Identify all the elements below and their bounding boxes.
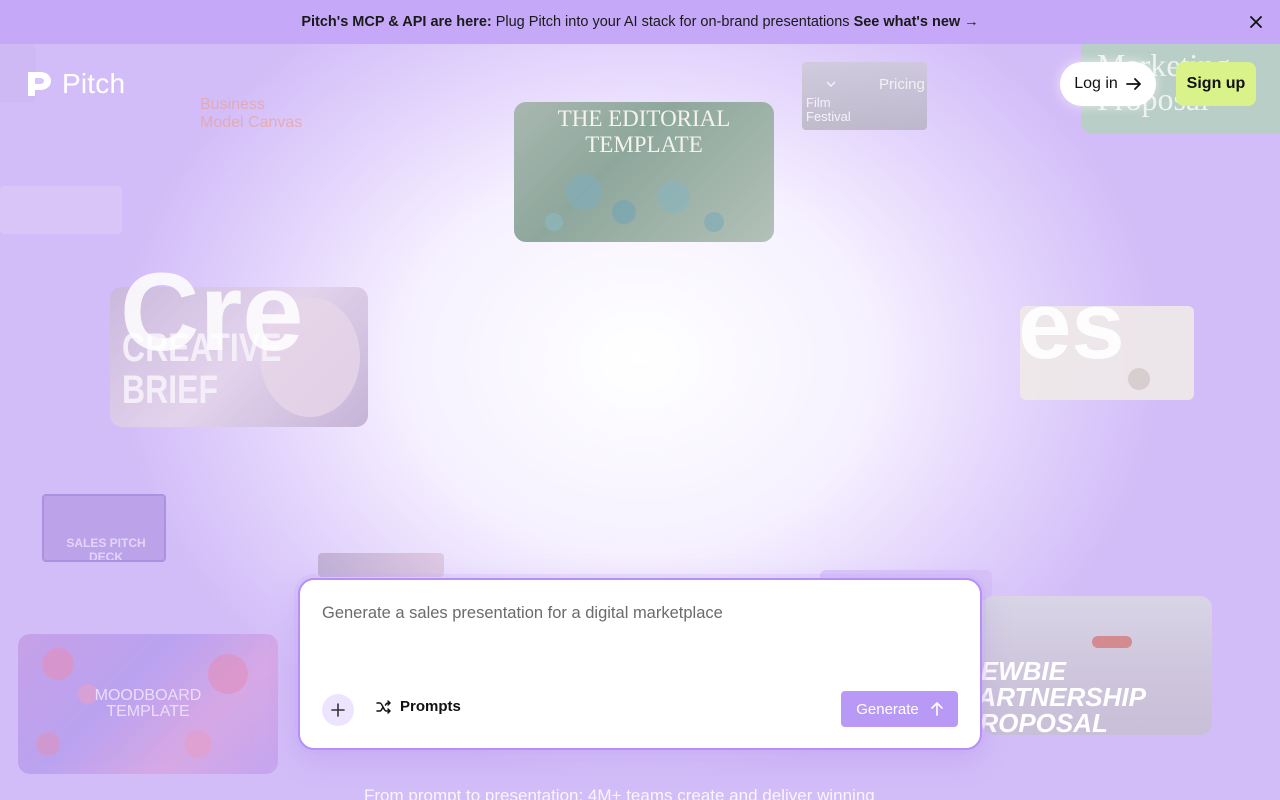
add-attachment-button[interactable] (322, 694, 354, 726)
template-card-partnership[interactable]: NEWBIE PARTNERSHIP PROPOSAL (982, 596, 1212, 735)
prompt-input[interactable] (322, 604, 942, 623)
announcement-text: Plug Pitch into your AI stack for on-bra… (495, 14, 850, 30)
editorial-title: THE EDITORIAL TEMPLATE (557, 106, 731, 157)
template-card-business-model: Business Model Canvas (200, 96, 303, 131)
template-card-small-mid (318, 553, 444, 577)
close-icon[interactable] (1246, 12, 1266, 32)
hero-title-ghost-left: Cre (120, 258, 304, 368)
prompts-label: Prompts (400, 698, 461, 715)
nav-item-pricing[interactable]: Pricing (879, 76, 925, 93)
hero-subtitle-ghost: From prompt to presentation: 4M+ teams c… (364, 786, 875, 800)
template-card-sales-pitch: SALES PITCH DECK (42, 494, 166, 562)
moodboard-title: MOODBOARD TEMPLATE (94, 687, 202, 720)
right-card-dot (1128, 368, 1150, 390)
shuffle-icon (376, 699, 391, 714)
template-card-moodboard[interactable]: MOODBOARD TEMPLATE (18, 634, 278, 774)
announcement-bar: Pitch's MCP & API are here: Plug Pitch i… (0, 0, 1280, 44)
signup-button[interactable]: Sign up (1176, 62, 1256, 106)
announcement-link[interactable]: See what's new (854, 14, 961, 30)
pitch-logo[interactable]: Pitch (24, 68, 125, 100)
template-card-editorial[interactable]: THE EDITORIAL TEMPLATE (514, 102, 774, 242)
login-button[interactable]: Log in (1060, 62, 1156, 106)
generate-button[interactable]: Generate (841, 691, 958, 727)
partnership-car (1092, 636, 1132, 648)
partnership-title: NEWBIE PARTNERSHIP PROPOSAL (982, 656, 1145, 735)
template-card-film-festival: Film Festival (802, 62, 927, 130)
pitch-logo-icon (28, 72, 51, 96)
plus-icon (331, 703, 345, 717)
prompt-box: Prompts Generate (298, 578, 982, 750)
prompts-button[interactable]: Prompts (376, 698, 461, 715)
template-card-left-faded (0, 186, 122, 234)
announcement-lead: Pitch's MCP & API are here: (301, 14, 492, 30)
arrow-right-icon[interactable]: → (964, 14, 979, 30)
hero-title-ghost-right: es (1018, 272, 1125, 379)
arrow-up-icon (930, 702, 943, 716)
generate-label: Generate (856, 700, 919, 718)
logo-text: Pitch (62, 68, 126, 99)
chevron-down-icon[interactable] (826, 76, 836, 93)
login-label: Log in (1074, 75, 1118, 92)
arrow-right-icon (1125, 78, 1141, 90)
